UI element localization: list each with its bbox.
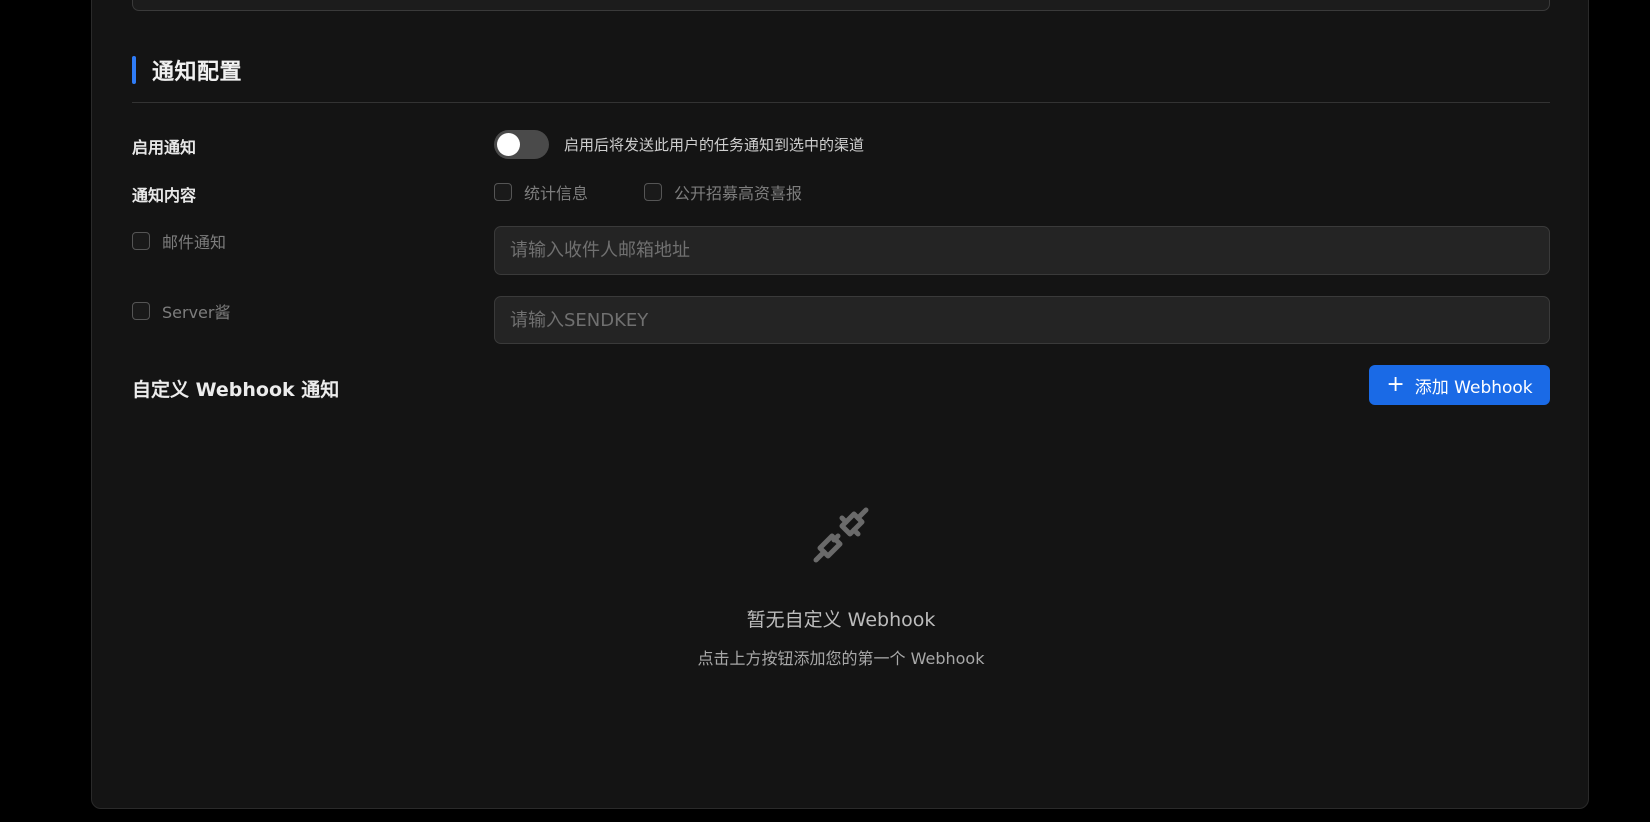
enable-notify-help: 启用后将发送此用户的任务通知到选中的渠道 <box>564 136 865 154</box>
plus-icon: + <box>1386 372 1405 397</box>
serverchan-checkbox-label: Server酱 <box>162 303 231 322</box>
enable-notify-toggle[interactable] <box>494 130 549 159</box>
add-webhook-button[interactable]: + 添加 Webhook <box>1369 365 1550 405</box>
section-divider <box>132 102 1550 103</box>
serverchan-checkbox[interactable] <box>132 302 150 320</box>
email-checkbox-option[interactable]: 邮件通知 <box>132 229 226 253</box>
email-checkbox[interactable] <box>132 232 150 250</box>
add-webhook-label: 添加 Webhook <box>1414 377 1533 398</box>
enable-notify-label: 启用通知 <box>132 138 197 157</box>
stats-checkbox-option[interactable]: 统计信息 <box>494 180 588 204</box>
recruit-report-checkbox[interactable] <box>644 183 662 201</box>
recruit-report-checkbox-option[interactable]: 公开招募高资喜报 <box>644 180 802 204</box>
serverchan-checkbox-option[interactable]: Server酱 <box>132 299 230 323</box>
empty-state-title: 暂无自定义 Webhook <box>746 609 936 631</box>
empty-state-hint: 点击上方按钮添加您的第一个 Webhook <box>697 649 985 668</box>
stats-checkbox-label: 统计信息 <box>524 184 589 203</box>
notify-content-label: 通知内容 <box>132 186 197 205</box>
recruit-report-checkbox-label: 公开招募高资喜报 <box>674 184 803 203</box>
sendkey-input[interactable] <box>494 296 1550 344</box>
settings-card <box>91 0 1589 809</box>
webhook-section-title: 自定义 Webhook 通知 <box>132 379 340 401</box>
section-title: 通知配置 <box>152 60 243 85</box>
stats-checkbox[interactable] <box>494 183 512 201</box>
section-header: 通知配置 <box>132 55 242 85</box>
email-input[interactable] <box>494 226 1550 275</box>
toggle-knob <box>497 133 520 156</box>
plug-disconnected-icon <box>813 507 869 563</box>
section-accent-bar <box>132 56 136 84</box>
previous-input-field[interactable] <box>132 0 1550 11</box>
email-checkbox-label: 邮件通知 <box>162 233 227 252</box>
